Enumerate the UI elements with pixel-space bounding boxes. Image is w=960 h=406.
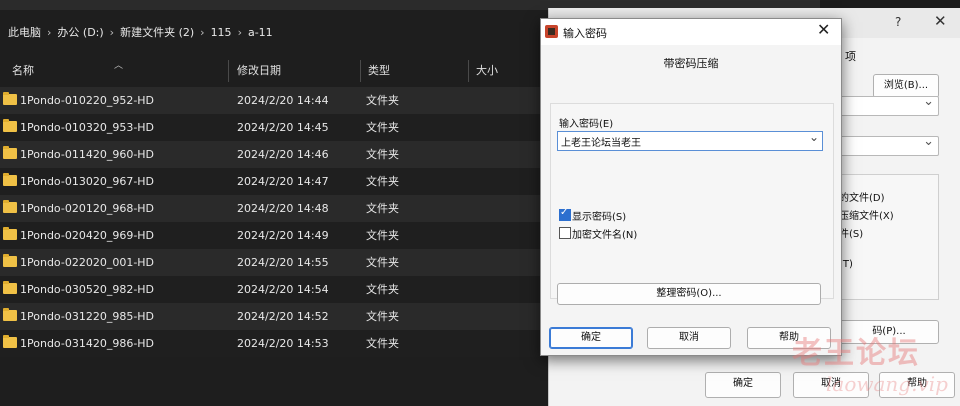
file-name: 1Pondo-013020_967-HD [20,175,155,188]
breadcrumb-item[interactable]: a-11 [248,26,273,39]
file-type: 文件夹 [366,283,399,296]
dialog-titlebar: 输入密码 ✕ [541,19,841,45]
help-icon[interactable]: ? [895,15,901,29]
table-row[interactable]: 1Pondo-013020_967-HD 2024/2/20 14:47 文件夹 [0,168,540,195]
tab-options[interactable]: 项 [845,48,856,64]
watermark-logo: 老王论坛 [792,336,920,371]
file-date: 2024/2/20 14:54 [237,283,329,296]
file-type: 文件夹 [366,229,399,242]
file-name: 1Pondo-011420_960-HD [20,148,155,161]
password-dialog: 输入密码 ✕ 带密码压缩 输入密码(E) 上老王论坛当老王 ⌄ 显示密码(S) … [540,18,842,356]
option-label[interactable]: 压缩文件(X) [839,207,894,222]
file-date: 2024/2/20 14:47 [237,175,329,188]
archive-path-select[interactable] [837,94,939,116]
encrypt-filenames-checkbox[interactable] [559,227,571,239]
breadcrumb-item[interactable]: 新建文件夹 (2) [120,24,194,40]
file-type: 文件夹 [366,337,399,350]
dialog-heading: 带密码压缩 [663,57,719,70]
table-row[interactable]: 1Pondo-031220_985-HD 2024/2/20 14:52 文件夹 [0,303,540,330]
file-date: 2024/2/20 14:44 [237,94,329,107]
table-row[interactable]: 1Pondo-031420_986-HD 2024/2/20 14:53 文件夹 [0,330,540,357]
winrar-app-icon [545,25,558,38]
encrypt-filenames-label[interactable]: 加密文件名(N) [572,226,637,241]
file-name: 1Pondo-031420_986-HD [20,337,155,350]
password-value: 上老王论坛当老王 [561,138,641,149]
option-label[interactable]: 件(S) [839,225,863,240]
dialog-title: 输入密码 [563,27,607,40]
chevron-right-icon: › [47,25,52,39]
password-input[interactable]: 上老王论坛当老王 ⌄ [557,130,823,151]
ok-button[interactable]: 确定 [705,372,781,398]
folder-icon [3,335,17,348]
chevron-down-icon[interactable]: ⌄ [809,130,819,144]
file-date: 2024/2/20 14:45 [237,121,329,134]
file-date: 2024/2/20 14:55 [237,256,329,269]
file-type: 文件夹 [366,202,399,215]
table-row[interactable]: 1Pondo-010320_953-HD 2024/2/20 14:45 文件夹 [0,114,540,141]
sort-up-icon: ︿ [114,61,124,71]
chevron-right-icon: › [109,25,115,39]
column-header-size[interactable]: 大小 [476,56,498,86]
table-row[interactable]: 1Pondo-020120_968-HD 2024/2/20 14:48 文件夹 [0,195,540,222]
file-type: 文件夹 [366,121,399,134]
folder-icon [3,227,17,240]
column-header-type[interactable]: 类型 [368,56,390,86]
breadcrumb-item[interactable]: 办公 (D:) [57,24,103,40]
file-name: 1Pondo-030520_982-HD [20,283,155,296]
folder-icon [3,281,17,294]
file-date: 2024/2/20 14:48 [237,202,329,215]
file-type: 文件夹 [366,94,399,107]
chevron-right-icon: › [237,25,242,39]
file-type: 文件夹 [366,256,399,269]
file-date: 2024/2/20 14:49 [237,229,329,242]
table-row[interactable]: 1Pondo-030520_982-HD 2024/2/20 14:54 文件夹 [0,276,540,303]
file-date: 2024/2/20 14:53 [237,337,329,350]
cancel-button[interactable]: 取消 [647,327,731,349]
file-name: 1Pondo-031220_985-HD [20,310,155,323]
breadcrumb[interactable]: 此电脑 › 办公 (D:) › 新建文件夹 (2) › 115 › a-11 [0,18,560,46]
table-row[interactable]: 1Pondo-022020_001-HD 2024/2/20 14:55 文件夹 [0,249,540,276]
column-header-date[interactable]: 修改日期 [237,56,281,86]
column-divider[interactable] [360,60,361,82]
file-date: 2024/2/20 14:52 [237,310,329,323]
file-name: 1Pondo-010320_953-HD [20,121,155,134]
file-type: 文件夹 [366,310,399,323]
table-row[interactable]: 1Pondo-010220_952-HD 2024/2/20 14:44 文件夹 [0,87,540,114]
ok-button[interactable]: 确定 [549,327,633,349]
watermark-url: laowang.vip [826,372,948,396]
breadcrumb-item[interactable]: 115 [211,26,232,39]
file-name: 1Pondo-022020_001-HD [20,256,155,269]
folder-icon [3,92,17,105]
table-row[interactable]: 1Pondo-020420_969-HD 2024/2/20 14:49 文件夹 [0,222,540,249]
file-type: 文件夹 [366,175,399,188]
column-divider[interactable] [468,60,469,82]
show-password-checkbox[interactable] [559,207,571,221]
column-header-row: 名称 ︿ 修改日期 类型 大小 [0,56,540,86]
folder-icon [3,146,17,159]
file-name: 1Pondo-020120_968-HD [20,202,155,215]
breadcrumb-item[interactable]: 此电脑 [8,24,41,40]
folder-icon [3,173,17,186]
folder-icon [3,254,17,267]
folder-icon [3,308,17,321]
folder-icon [3,200,17,213]
show-password-label[interactable]: 显示密码(S) [572,208,626,223]
file-name: 1Pondo-010220_952-HD [20,94,155,107]
file-date: 2024/2/20 14:46 [237,148,329,161]
file-name: 1Pondo-020420_969-HD [20,229,155,242]
close-icon[interactable]: ✕ [817,20,830,39]
column-divider[interactable] [228,60,229,82]
file-type: 文件夹 [366,148,399,161]
password-label: 输入密码(E) [559,119,614,130]
folder-icon [3,119,17,132]
file-list: 1Pondo-010220_952-HD 2024/2/20 14:44 文件夹 1… [0,87,540,357]
table-row[interactable]: 1Pondo-011420_960-HD 2024/2/20 14:46 文件夹 [0,141,540,168]
organize-passwords-button[interactable]: 整理密码(O)... [557,283,821,305]
column-header-name[interactable]: 名称 [12,56,34,86]
close-icon[interactable]: ✕ [934,12,947,30]
update-mode-select[interactable] [837,134,939,156]
option-label[interactable]: 的文件(D) [839,189,885,204]
chevron-right-icon: › [200,25,205,39]
